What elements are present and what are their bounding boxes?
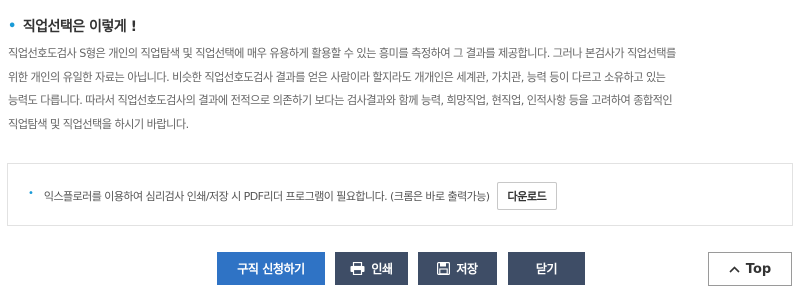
save-label: 저장 — [456, 262, 478, 276]
action-button-row: 구직 신청하기 인쇄 저장 닫기 — [0, 252, 800, 285]
notice-bullet: • — [28, 187, 34, 199]
apply-job-label: 구직 신청하기 — [237, 262, 305, 276]
save-button[interactable]: 저장 — [418, 252, 497, 285]
description-line: 직업탐색 및 직업선택을 하시기 바랍니다. — [8, 117, 189, 131]
description-line: 직업선호도검사 S형은 개인의 직업탐색 및 직업선택에 매우 유용하게 활용할… — [8, 47, 676, 60]
scroll-top-button[interactable]: Top — [708, 252, 792, 286]
notice-text: 익스플로러를 이용하여 심리검사 인쇄/저장 시 PDF리더 프로그램이 필요합… — [43, 190, 490, 203]
notice-box: • 익스플로러를 이용하여 심리검사 인쇄/저장 시 PDF리더 프로그램이 필… — [7, 163, 793, 226]
top-label: Top — [745, 261, 772, 277]
print-button[interactable]: 인쇄 — [335, 252, 408, 285]
floppy-disk-icon — [437, 262, 451, 275]
section-title: • 직업선택은 이렇게 ! — [8, 16, 137, 36]
section-title-text: 직업선택은 이렇게 ! — [22, 19, 137, 35]
close-button[interactable]: 닫기 — [508, 252, 585, 285]
description-line: 위한 개인의 유일한 자료는 아닙니다. 비슷한 직업선호도검사 결과를 얻은 … — [8, 70, 666, 84]
apply-job-button[interactable]: 구직 신청하기 — [217, 252, 325, 285]
printer-icon — [350, 262, 365, 275]
title-bullet: • — [8, 18, 16, 34]
notice-row: • 익스플로러를 이용하여 심리검사 인쇄/저장 시 PDF리더 프로그램이 필… — [28, 181, 558, 211]
download-button[interactable]: 다운로드 — [496, 182, 558, 210]
description-line: 능력도 다릅니다. 따라서 직업선호도검사의 결과에 전적으로 의존하기 보다는… — [8, 94, 673, 108]
description: 직업선호도검사 S형은 개인의 직업탐색 및 직업선택에 매우 유용하게 활용할… — [8, 42, 792, 136]
chevron-up-icon — [729, 265, 740, 273]
close-label: 닫기 — [535, 262, 558, 276]
print-label: 인쇄 — [371, 262, 393, 276]
